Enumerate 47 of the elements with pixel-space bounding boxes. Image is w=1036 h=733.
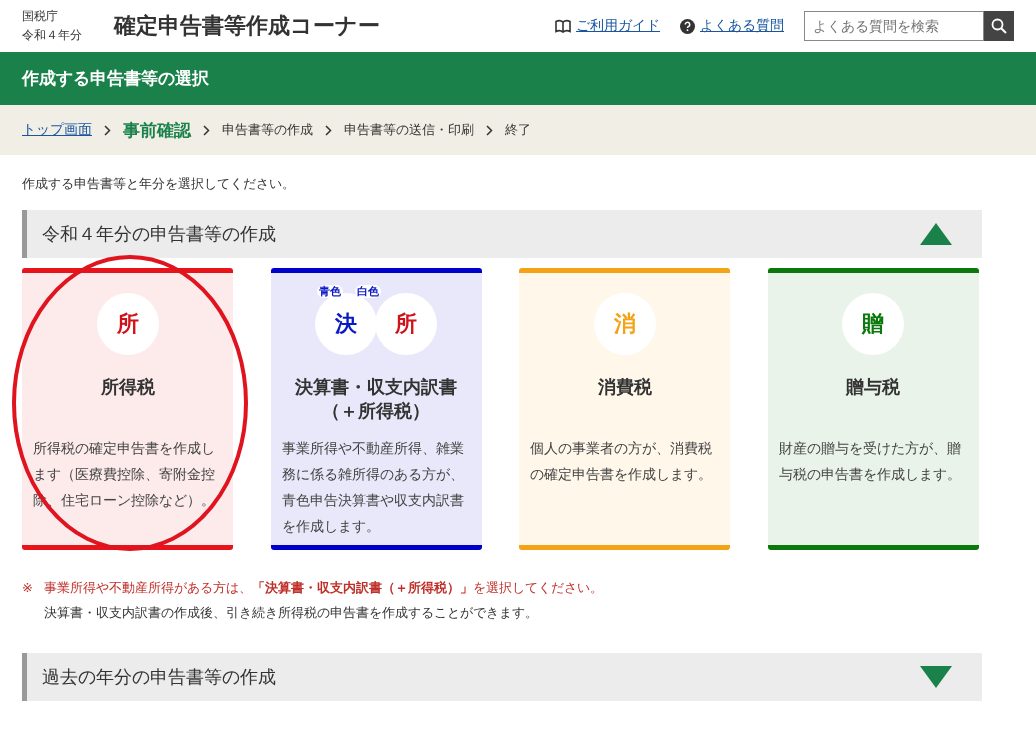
badge-char: 所 [116,310,139,338]
chevron-icon [104,124,111,136]
note-text: 事業所得や不動産所得がある方は、「決算書・収支内訳書（＋所得税）」を選択してください。 [44,579,603,597]
card-description: 財産の贈与を受けた方が、贈与税の申告書を作成します。 [777,439,962,484]
tax-year-label: 令和４年分 [22,27,83,44]
guide-link[interactable]: ご利用ガイド [576,17,660,35]
page-heading: 作成する申告書等の選択 [22,67,209,90]
expand-triangle-icon[interactable] [920,666,952,688]
faq-link[interactable]: よくある質問 [700,17,784,35]
badge-tag: 青色 [317,285,344,298]
badge-tag: 白色 [355,285,382,298]
section-header[interactable]: 令和４年分の申告書等の作成 [22,210,982,258]
section-title: 過去の年分の申告書等の作成 [42,665,276,689]
tax-card[interactable]: 青色 決 白色 所 決算書・収支内訳書（＋所得税） 事業所得や不動産所得、雑業務に係る雑所得のある方が、青色申告決算書や収支内訳書を作成します。 [270,268,482,550]
card-title: 贈与税 [845,375,902,399]
section-header[interactable]: 過去の年分の申告書等の作成 [22,653,982,701]
note-mark: ※ [22,579,34,597]
breadcrumb-step: 終了 [505,121,531,139]
search-button[interactable] [984,11,1014,41]
site-title: 確定申告書等作成コーナー [114,12,381,40]
breadcrumb-link[interactable]: トップ画面 [22,121,92,139]
card-title: 決算書・収支内訳書（＋所得税） [294,375,459,423]
tax-card[interactable]: 贈 贈与税 財産の贈与を受けた方が、贈与税の申告書を作成します。 [767,268,979,550]
current-step: 事前確認 [123,118,191,142]
tax-card[interactable]: 消 消費税 個人の事業者の方が、消費税の確定申告書を作成します。 [519,268,731,550]
card-description: 個人の事業者の方が、消費税の確定申告書を作成します。 [529,439,714,484]
chevron-icon [325,124,332,136]
section-title: 令和４年分の申告書等の作成 [42,222,276,246]
search-field[interactable]: よくある質問を検索 [804,11,984,41]
collapse-triangle-icon[interactable] [920,223,952,245]
chevron-icon [203,124,210,136]
card-description: 事業所得や不動産所得、雑業務に係る雑所得のある方が、青色申告決算書や収支内訳書を作成します。 [280,439,465,536]
breadcrumb-step: 申告書等の作成 [222,121,313,139]
note-text: 決算書・収支内訳書の作成後、引き続き所得税の申告書を作成することができます。 [44,604,538,622]
badge-char: 消 [613,310,636,338]
help-icon [680,18,695,34]
badge-char: 所 [395,310,418,338]
book-icon [555,19,571,33]
card-title: 所得税 [99,375,156,399]
instruction-text: 作成する申告書等と年分を選択してください。 [22,175,296,193]
chevron-icon [486,124,493,136]
card-title: 消費税 [596,375,653,399]
agency-name: 国税庁 [22,8,59,25]
breadcrumb-step: 申告書等の送信・印刷 [344,121,474,139]
badge-char: 贈 [862,310,885,338]
search-icon [991,18,1007,34]
badge-char: 決 [335,310,358,338]
